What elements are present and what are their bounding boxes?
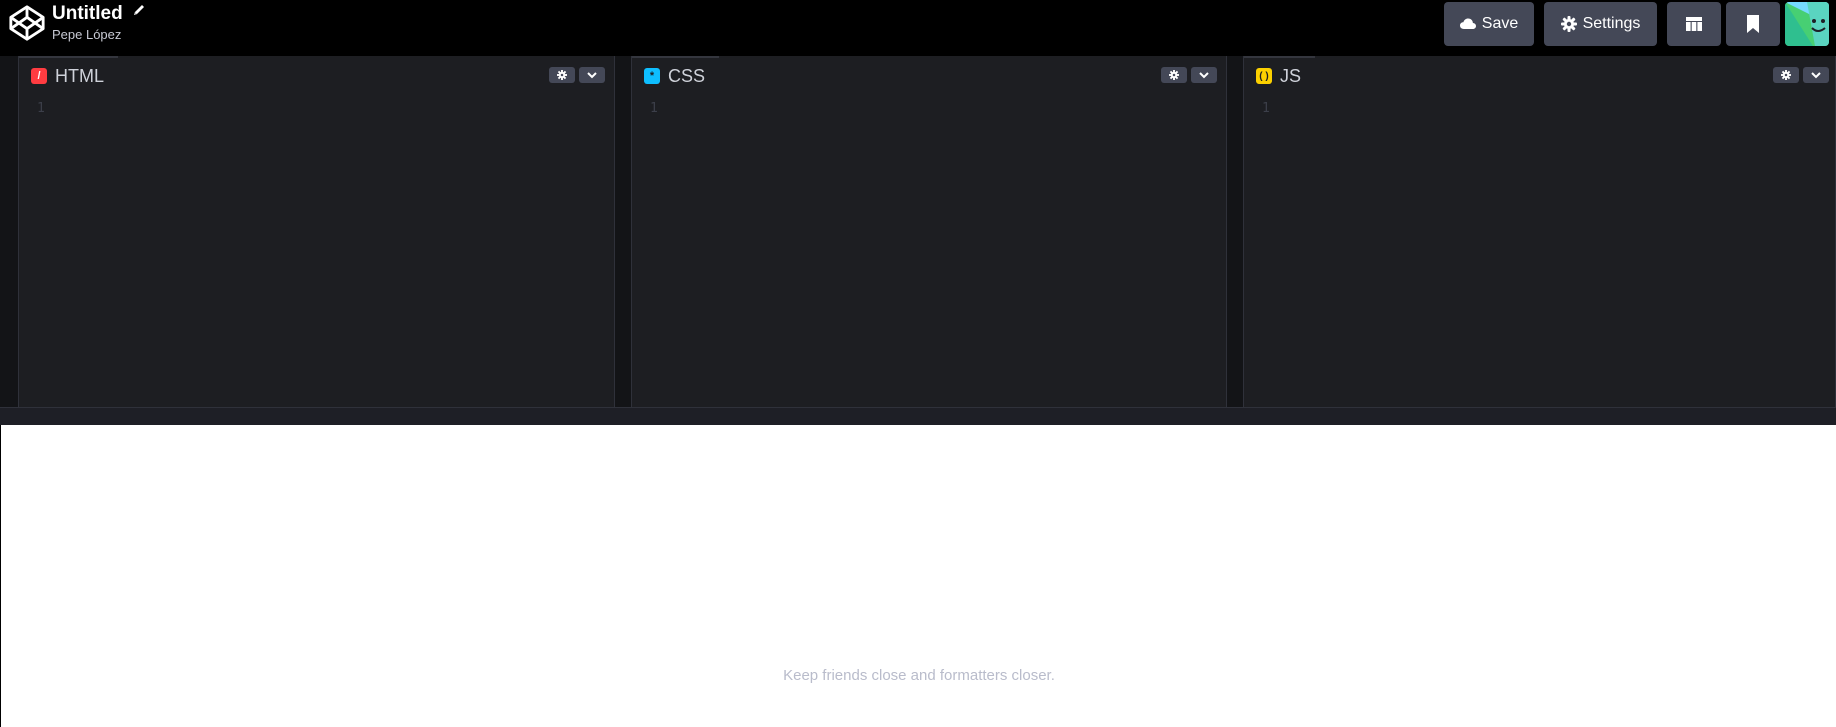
css-line-number: 1 (650, 101, 658, 116)
editor-area: / HTML 1 * CSS 1 () JS 1 (0, 56, 1836, 425)
codepen-logo-icon[interactable] (8, 4, 46, 42)
settings-label: Settings (1582, 15, 1641, 32)
html-icon: / (31, 68, 47, 84)
js-code-area[interactable] (1244, 94, 1835, 407)
html-tab-label: HTML (55, 65, 104, 86)
html-line-number: 1 (37, 101, 45, 116)
css-editor-panel: * CSS 1 (631, 56, 1227, 407)
chevron-down-icon (1199, 72, 1209, 79)
resize-handle-1[interactable] (615, 56, 631, 407)
html-settings-button[interactable] (549, 67, 575, 83)
css-icon: * (644, 68, 660, 84)
css-code-area[interactable] (632, 94, 1226, 407)
html-editor-header: / HTML (19, 56, 614, 94)
html-code-area[interactable] (19, 94, 614, 407)
layout-icon (1686, 17, 1702, 31)
css-options-button[interactable] (1191, 67, 1217, 83)
gear-icon (1781, 70, 1791, 80)
pen-title-area: Untitled Pepe López (52, 2, 146, 43)
preview-resize-bar[interactable] (0, 407, 1836, 425)
js-tab[interactable]: ( ) JS (1244, 56, 1316, 94)
js-settings-button[interactable] (1773, 67, 1799, 83)
js-tab-label: JS (1280, 65, 1302, 86)
html-tab[interactable]: / HTML (19, 56, 118, 94)
pencil-icon[interactable] (132, 3, 146, 17)
css-settings-button[interactable] (1161, 67, 1187, 83)
save-label: Save (1481, 15, 1519, 32)
js-options-button[interactable] (1803, 67, 1829, 83)
gear-icon (1560, 16, 1577, 32)
user-avatar[interactable] (1785, 2, 1829, 46)
chevron-down-icon (1811, 72, 1821, 79)
gear-icon (1169, 70, 1179, 80)
left-gutter (0, 56, 18, 407)
save-button[interactable]: Save (1444, 2, 1534, 46)
chevron-down-icon (587, 72, 597, 79)
css-editor-header: * CSS (632, 56, 1226, 94)
author-name[interactable]: Pepe López (52, 27, 146, 43)
css-tab-label: CSS (668, 65, 706, 86)
avatar-image (1785, 2, 1829, 46)
settings-button[interactable]: Settings (1544, 2, 1657, 46)
resize-handle-2[interactable] (1227, 56, 1243, 407)
bookmark-icon (1747, 15, 1759, 33)
html-options-button[interactable] (579, 67, 605, 83)
js-line-number: 1 (1262, 101, 1270, 116)
html-editor-panel: / HTML 1 (18, 56, 615, 407)
change-view-button[interactable] (1667, 2, 1721, 46)
js-icon: ( ) (1256, 68, 1272, 84)
cloud-icon (1459, 18, 1476, 29)
js-editor-header: ( ) JS (1244, 56, 1835, 94)
gear-icon (557, 70, 567, 80)
header: Untitled Pepe López Save Settings (0, 0, 1836, 56)
js-editor-panel: ( ) JS 1 (1243, 56, 1836, 407)
pen-title[interactable]: Untitled (52, 2, 123, 26)
bookmark-button[interactable] (1726, 2, 1780, 46)
preview-tip-text: Keep friends close and formatters closer… (783, 667, 1055, 684)
css-tab[interactable]: * CSS (632, 56, 720, 94)
preview-pane[interactable]: Keep friends close and formatters closer… (0, 425, 1836, 727)
